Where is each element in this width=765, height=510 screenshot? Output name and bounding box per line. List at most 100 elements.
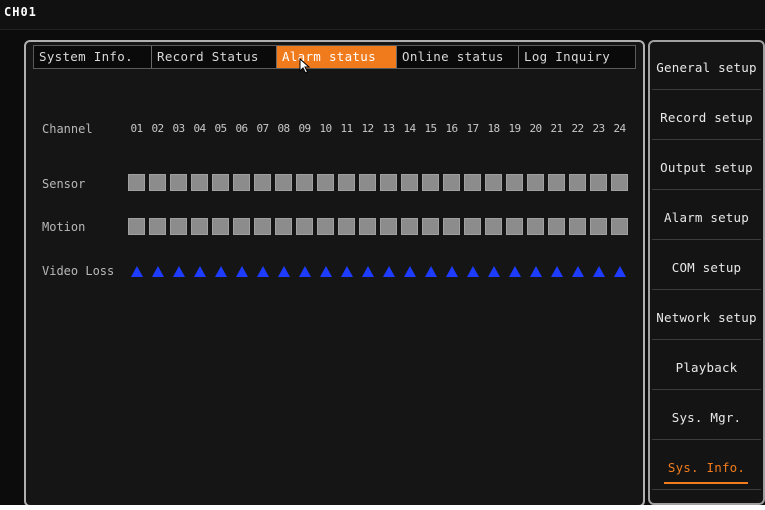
sensor-indicators-row (126, 174, 631, 191)
menu-item-sys-mgr[interactable]: Sys. Mgr. (652, 396, 761, 440)
motion-indicator (378, 218, 399, 235)
motion-indicator (168, 218, 189, 235)
sensor-indicator (567, 174, 588, 191)
tab-record-status[interactable]: Record Status (152, 46, 277, 68)
sensor-square-icon (590, 174, 607, 191)
menu-item-alarm-setup[interactable]: Alarm setup (652, 196, 761, 240)
video-loss-indicator (441, 264, 462, 277)
video-loss-indicator (357, 264, 378, 277)
motion-indicator (588, 218, 609, 235)
motion-square-icon (170, 218, 187, 235)
menu-item-com-setup[interactable]: COM setup (652, 246, 761, 290)
motion-square-icon (401, 218, 418, 235)
dvr-screen: CH01 System Info. Record Status Alarm st… (0, 0, 765, 510)
channel-number: 23 (592, 122, 605, 135)
motion-indicator (273, 218, 294, 235)
tab-online-status[interactable]: Online status (397, 46, 519, 68)
menu-item-playback[interactable]: Playback (652, 346, 761, 390)
video-loss-triangle-icon (466, 266, 479, 277)
video-loss-triangle-icon (424, 266, 437, 277)
motion-indicator (294, 218, 315, 235)
video-loss-triangle-icon (256, 266, 269, 277)
video-loss-indicator (210, 264, 231, 277)
sensor-indicator (378, 174, 399, 191)
menu-item-output-setup[interactable]: Output setup (652, 146, 761, 190)
sensor-indicator (294, 174, 315, 191)
sensor-indicator (399, 174, 420, 191)
tab-bar: System Info. Record Status Alarm status … (33, 45, 636, 69)
sensor-indicator (210, 174, 231, 191)
menu-item-network-setup[interactable]: Network setup (652, 296, 761, 340)
channel-number: 04 (193, 122, 206, 135)
motion-square-icon (590, 218, 607, 235)
channel-number: 09 (298, 122, 311, 135)
video-loss-triangle-icon (151, 266, 164, 277)
motion-indicator (609, 218, 630, 235)
motion-square-icon (422, 218, 439, 235)
channel-number: 22 (571, 122, 584, 135)
sensor-square-icon (338, 174, 355, 191)
motion-indicator (420, 218, 441, 235)
sensor-square-icon (548, 174, 565, 191)
video-loss-indicator (420, 264, 441, 277)
sensor-square-icon (149, 174, 166, 191)
tab-system-info[interactable]: System Info. (34, 46, 152, 68)
video-loss-triangle-icon (508, 266, 521, 277)
channel-number: 21 (550, 122, 563, 135)
motion-indicator (546, 218, 567, 235)
sensor-square-icon (128, 174, 145, 191)
video-loss-indicator (189, 264, 210, 277)
video-loss-indicator (399, 264, 420, 277)
motion-indicator (441, 218, 462, 235)
sensor-square-icon (464, 174, 481, 191)
motion-square-icon (254, 218, 271, 235)
video-loss-triangle-icon (403, 266, 416, 277)
video-loss-triangle-icon (487, 266, 500, 277)
motion-square-icon (359, 218, 376, 235)
motion-indicator (399, 218, 420, 235)
motion-indicator (525, 218, 546, 235)
motion-square-icon (317, 218, 334, 235)
menu-item-record-setup[interactable]: Record setup (652, 96, 761, 140)
video-loss-indicator (546, 264, 567, 277)
motion-indicator (315, 218, 336, 235)
sensor-indicator (252, 174, 273, 191)
channel-number: 11 (340, 122, 353, 135)
menu-item-general-setup[interactable]: General setup (652, 46, 761, 90)
channel-number: 16 (445, 122, 458, 135)
sensor-indicator (189, 174, 210, 191)
motion-square-icon (506, 218, 523, 235)
channel-indicator: CH01 (4, 5, 37, 19)
video-loss-triangle-icon (571, 266, 584, 277)
video-loss-triangle-icon (613, 266, 626, 277)
video-loss-triangle-icon (361, 266, 374, 277)
channel-number: 03 (172, 122, 185, 135)
mouse-cursor-icon (299, 58, 311, 74)
sensor-square-icon (275, 174, 292, 191)
sensor-indicator (546, 174, 567, 191)
tab-log-inquiry[interactable]: Log Inquiry (519, 46, 635, 68)
channel-number: 07 (256, 122, 269, 135)
motion-square-icon (149, 218, 166, 235)
motion-indicator (189, 218, 210, 235)
motion-square-icon (548, 218, 565, 235)
sensor-indicator (126, 174, 147, 191)
active-menu-underline (664, 482, 748, 484)
motion-square-icon (338, 218, 355, 235)
channel-number: 06 (235, 122, 248, 135)
video-loss-indicator (588, 264, 609, 277)
motion-square-icon (191, 218, 208, 235)
channel-number: 10 (319, 122, 332, 135)
channel-number: 12 (361, 122, 374, 135)
motion-square-icon (275, 218, 292, 235)
sensor-row-label: Sensor (42, 177, 86, 191)
motion-indicator (504, 218, 525, 235)
tab-alarm-status[interactable]: Alarm status (277, 46, 397, 68)
side-menu: General setup Record setup Output setup Ala… (648, 40, 765, 505)
motion-indicator (231, 218, 252, 235)
video-loss-triangle-icon (319, 266, 332, 277)
channel-number: 20 (529, 122, 542, 135)
sensor-square-icon (527, 174, 544, 191)
sensor-indicator (315, 174, 336, 191)
channel-number: 01 (130, 122, 143, 135)
